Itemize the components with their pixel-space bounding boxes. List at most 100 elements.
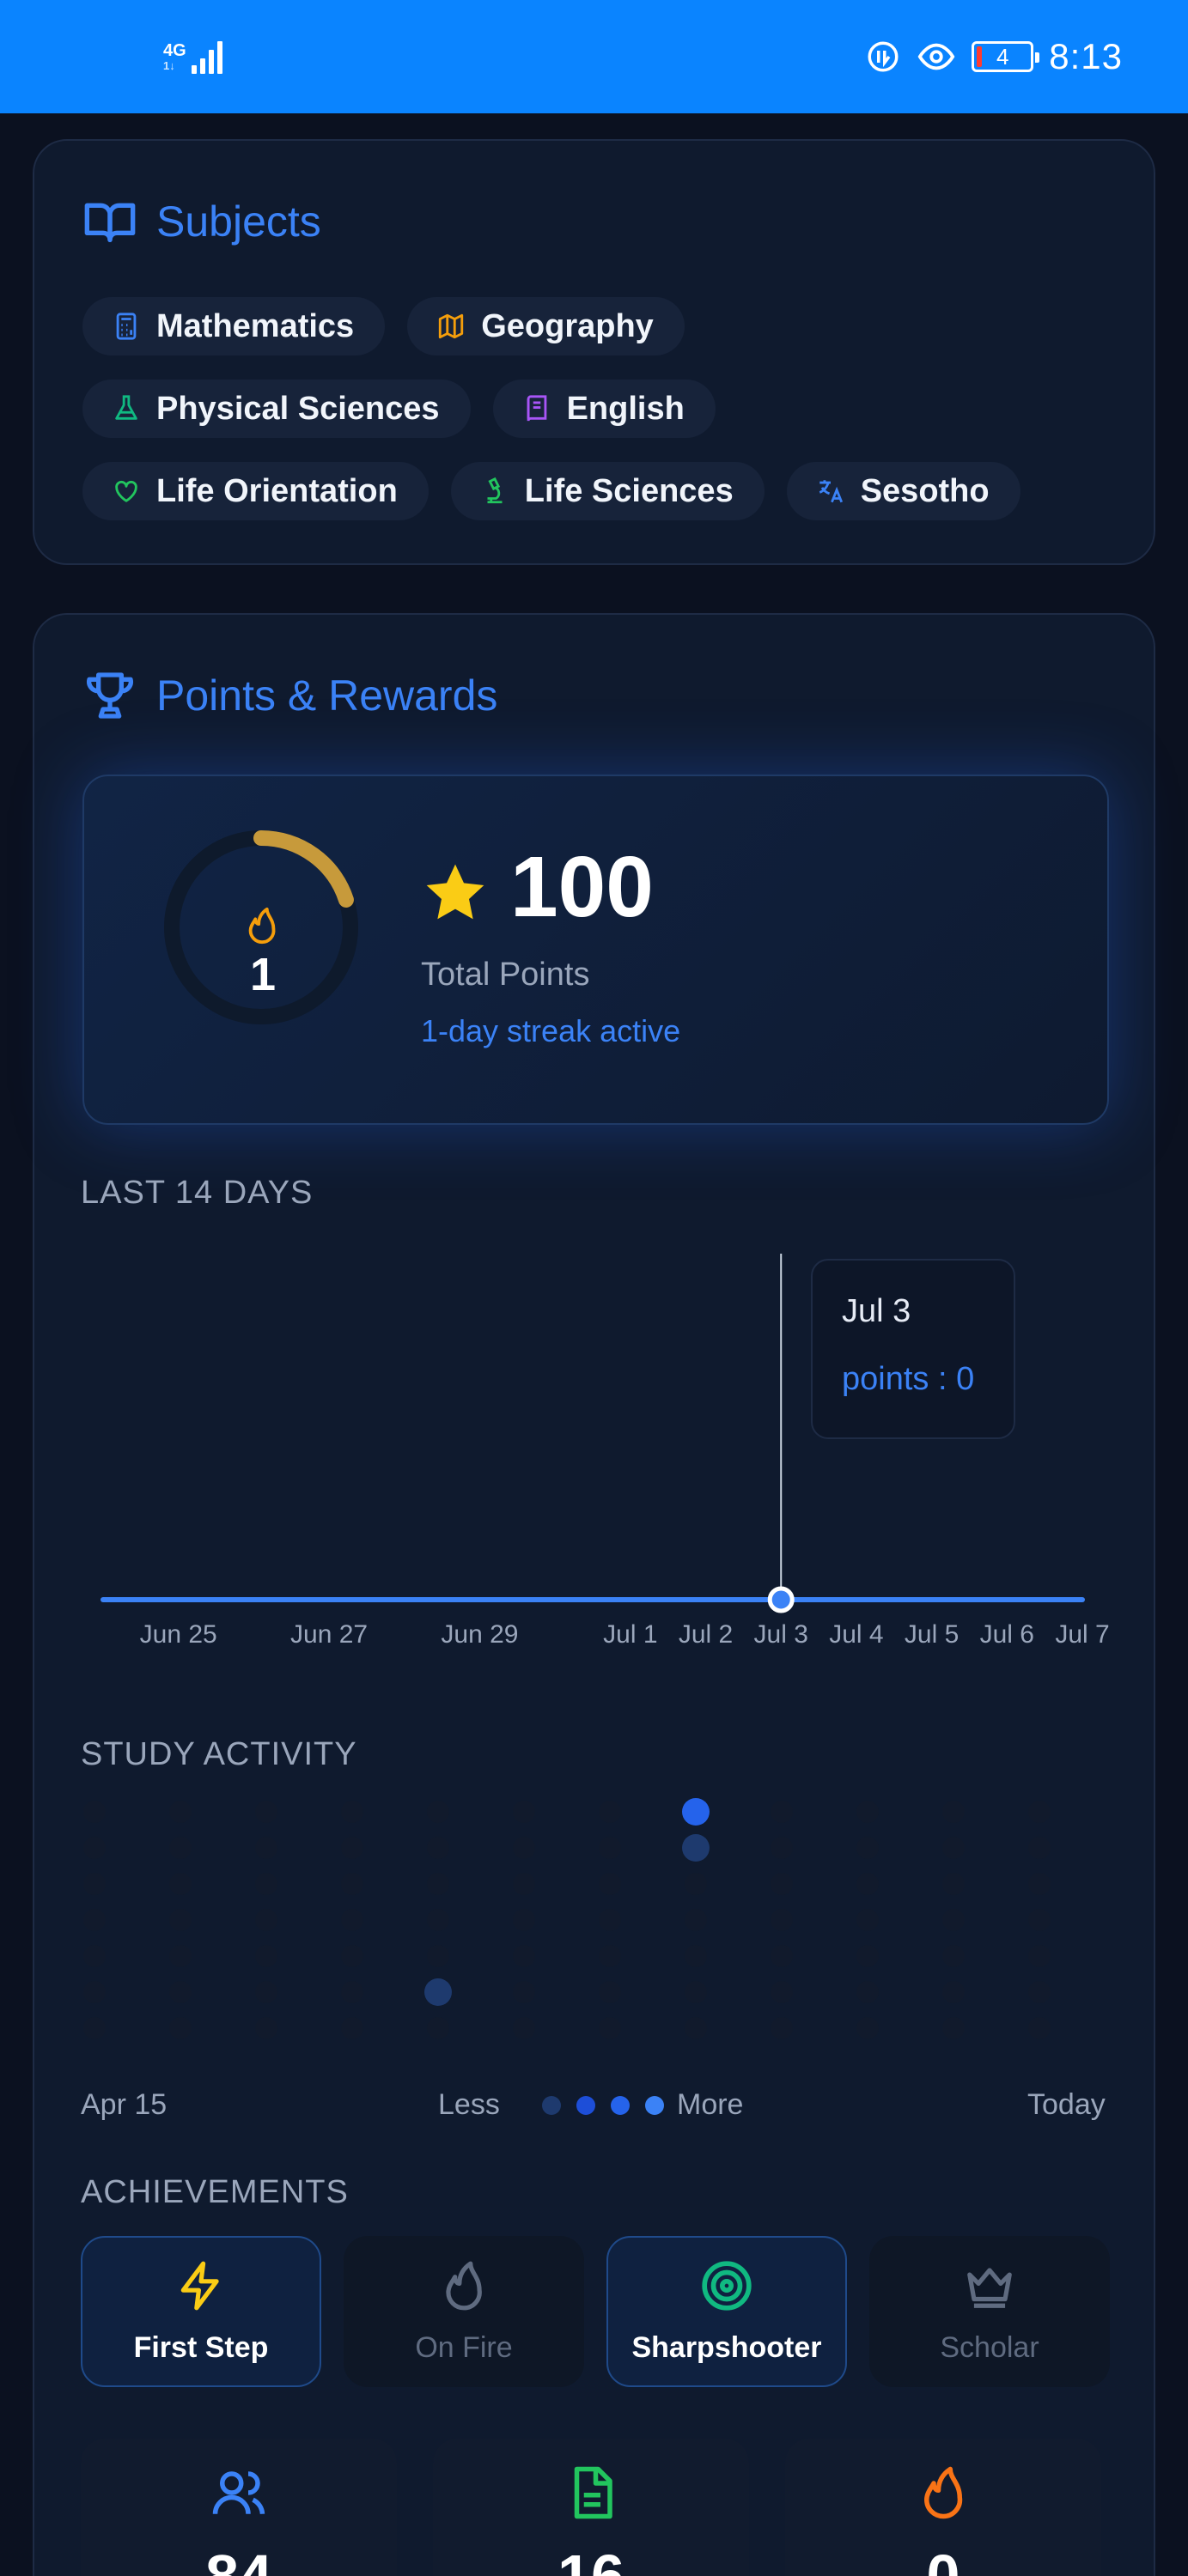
stat-card-streak[interactable]: 0 xyxy=(785,2439,1101,2576)
chart-x-tick: Jun 25 xyxy=(140,1620,217,1649)
activity-cell xyxy=(255,2017,277,2039)
stat-card-users[interactable]: 84 xyxy=(81,2439,397,2576)
subject-chip-english[interactable]: English xyxy=(492,380,716,438)
streak-status: 1-day streak active xyxy=(421,1013,681,1048)
subject-chip-mathematics[interactable]: Mathematics xyxy=(82,297,386,355)
subject-label: Mathematics xyxy=(156,307,355,344)
achievement-label: First Step xyxy=(133,2330,269,2364)
rewards-header: Points & Rewards xyxy=(82,668,497,723)
activity-cell xyxy=(856,1945,879,1967)
activity-cell xyxy=(771,1837,793,1859)
activity-cell xyxy=(1028,1873,1051,1895)
activity-cell xyxy=(83,1981,106,2003)
activity-cell xyxy=(599,1909,621,1931)
chart-x-tick: Jul 3 xyxy=(754,1620,808,1649)
subject-label: Geography xyxy=(481,307,654,344)
activity-cell xyxy=(599,1981,621,2003)
chart-active-point[interactable] xyxy=(767,1586,795,1613)
activity-cell xyxy=(169,1981,192,2003)
trophy-icon xyxy=(87,672,133,719)
subject-label: English xyxy=(566,390,685,427)
star-icon xyxy=(426,864,484,920)
subject-label: Life Orientation xyxy=(156,472,398,509)
translate-icon xyxy=(819,480,843,503)
activity-cell xyxy=(427,1837,449,1859)
achievement-sharpshooter[interactable]: Sharpshooter xyxy=(606,2236,847,2387)
activity-cell xyxy=(83,1909,106,1931)
activity-cell xyxy=(1028,1909,1051,1931)
activity-cell xyxy=(771,1801,793,1823)
activity-end-label: Today xyxy=(1027,2088,1106,2121)
points-summary: 1 100 Total Points 1-day streak active xyxy=(82,775,1109,1125)
legend-more-label: More xyxy=(677,2088,744,2121)
achievements-title: ACHIEVEMENTS xyxy=(81,2174,349,2210)
subject-label: Physical Sciences xyxy=(156,390,440,427)
data-saver-icon xyxy=(868,41,899,72)
achievement-label: Sharpshooter xyxy=(631,2330,822,2364)
activity-cell xyxy=(255,1981,277,2003)
activity-cell xyxy=(169,1873,192,1895)
activity-cell xyxy=(341,1909,363,1931)
activity-cell xyxy=(427,1801,449,1823)
chart-x-tick: Jun 29 xyxy=(441,1620,518,1649)
activity-cell xyxy=(513,1909,535,1931)
subject-chip-life-orientation[interactable]: Life Orientation xyxy=(82,462,429,520)
subjects-title: Subjects xyxy=(156,197,321,246)
activity-cell xyxy=(513,1801,535,1823)
activity-cell xyxy=(1028,1801,1051,1823)
achievements-list: First Step On Fire Sharpshooter Scholar xyxy=(81,2236,1110,2387)
rewards-title: Points & Rewards xyxy=(156,671,498,720)
legend-less-label: Less xyxy=(438,2088,500,2121)
streak-flame-icon xyxy=(248,907,276,945)
subject-chips: Mathematics Geography Physical Sciences … xyxy=(82,297,1113,544)
achievement-scholar[interactable]: Scholar xyxy=(869,2236,1110,2387)
activity-cell xyxy=(169,1909,192,1931)
activity-cell xyxy=(1028,1837,1051,1859)
activity-cell xyxy=(513,2017,535,2039)
subject-label: Life Sciences xyxy=(524,472,734,509)
chart-title: LAST 14 DAYS xyxy=(81,1175,314,1211)
document-icon xyxy=(574,2466,612,2519)
chart-x-tick: Jul 4 xyxy=(829,1620,883,1649)
activity-cell xyxy=(255,1945,277,1967)
subjects-header: Subjects xyxy=(82,194,321,249)
activity-cell xyxy=(427,1873,449,1895)
activity-cell xyxy=(685,1909,707,1931)
activity-cell xyxy=(83,2017,106,2039)
book-icon xyxy=(527,395,546,422)
total-points-label: Total Points xyxy=(421,957,590,993)
activity-cell xyxy=(341,1837,363,1859)
activity-cell xyxy=(856,1873,879,1895)
chart-x-tick: Jul 5 xyxy=(905,1620,959,1649)
activity-cell xyxy=(513,1873,535,1895)
subject-chip-life-sciences[interactable]: Life Sciences xyxy=(450,462,765,520)
chart-x-tick: Jul 1 xyxy=(603,1620,657,1649)
stat-value: 16 xyxy=(557,2543,624,2576)
activity-cell xyxy=(513,1837,535,1859)
activity-cell xyxy=(169,1801,192,1823)
subject-chip-sesotho[interactable]: Sesotho xyxy=(786,462,1020,520)
map-icon xyxy=(439,313,464,339)
chart-x-tick: Jun 27 xyxy=(290,1620,368,1649)
crown-icon xyxy=(967,2267,1012,2308)
achievement-first-step[interactable]: First Step xyxy=(81,2236,321,2387)
activity-cell xyxy=(599,1945,621,1967)
target-icon xyxy=(702,2260,752,2311)
flame-icon xyxy=(446,2261,482,2310)
subjects-card: Subjects Mathematics Geography Physical … xyxy=(33,139,1155,565)
activity-cell xyxy=(341,1981,363,2003)
activity-cell xyxy=(83,1801,106,1823)
flask-icon xyxy=(115,395,137,420)
activity-cell xyxy=(942,1873,965,1895)
activity-cell xyxy=(856,1837,879,1859)
subject-chip-physical-sciences[interactable]: Physical Sciences xyxy=(82,380,471,438)
stats-row: 84 16 0 xyxy=(81,2439,1101,2576)
subject-chip-geography[interactable]: Geography xyxy=(407,297,685,355)
achievement-on-fire[interactable]: On Fire xyxy=(344,2236,584,2387)
activity-cell xyxy=(599,1837,621,1859)
total-points-value: 100 xyxy=(510,839,654,935)
activity-cell xyxy=(942,1837,965,1859)
stat-card-documents[interactable]: 16 xyxy=(433,2439,749,2576)
activity-cell xyxy=(856,1801,879,1823)
activity-cell xyxy=(255,1909,277,1931)
